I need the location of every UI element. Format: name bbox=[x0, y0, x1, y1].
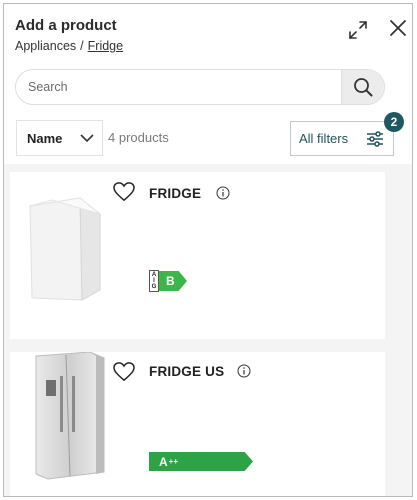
favorite-heart-icon[interactable] bbox=[113, 182, 135, 202]
all-filters-label: All filters bbox=[299, 131, 349, 146]
panel-title: Add a product bbox=[15, 17, 117, 34]
us-fridge-product-image bbox=[35, 352, 105, 480]
product-name: FRIDGE bbox=[149, 186, 202, 201]
add-product-panel: Add a product Appliances / Fridge Name 4… bbox=[3, 3, 413, 497]
product-name: FRIDGE US bbox=[149, 364, 225, 379]
active-filters-badge: 2 bbox=[384, 112, 404, 132]
product-card[interactable]: FRIDGE A I G B bbox=[10, 172, 385, 339]
search-input[interactable] bbox=[16, 70, 341, 104]
energy-scale: A I G bbox=[149, 270, 159, 292]
favorite-heart-icon[interactable] bbox=[113, 362, 135, 382]
info-icon[interactable] bbox=[237, 364, 251, 378]
info-icon[interactable] bbox=[216, 186, 230, 200]
breadcrumb-parent: Appliances bbox=[15, 39, 77, 53]
sort-selected-value: Name bbox=[27, 130, 63, 146]
energy-class-plus: ++ bbox=[168, 457, 179, 466]
close-icon[interactable] bbox=[388, 18, 408, 38]
fridge-product-image bbox=[29, 196, 101, 301]
search-icon bbox=[354, 78, 373, 97]
product-list: FRIDGE A I G B FRIDGE US A ++ bbox=[4, 164, 412, 496]
filter-sliders-icon bbox=[367, 131, 383, 147]
all-filters-button[interactable]: All filters bbox=[290, 121, 394, 156]
chevron-down-icon bbox=[80, 134, 94, 143]
expand-icon[interactable] bbox=[347, 19, 369, 41]
sort-dropdown[interactable]: Name bbox=[16, 120, 103, 156]
product-count: 4 products bbox=[108, 130, 169, 145]
search-button[interactable] bbox=[341, 70, 384, 104]
product-card[interactable]: FRIDGE US A ++ bbox=[10, 352, 385, 496]
breadcrumb-current-link[interactable]: Fridge bbox=[88, 39, 123, 53]
energy-label: A I G B bbox=[149, 270, 187, 292]
breadcrumb-separator: / bbox=[80, 39, 84, 53]
energy-class-letter: A bbox=[159, 454, 168, 469]
search-bar bbox=[15, 69, 385, 105]
breadcrumb: Appliances / Fridge bbox=[15, 39, 123, 53]
energy-class-badge: B bbox=[159, 271, 187, 291]
energy-class-badge: A ++ bbox=[149, 452, 253, 471]
